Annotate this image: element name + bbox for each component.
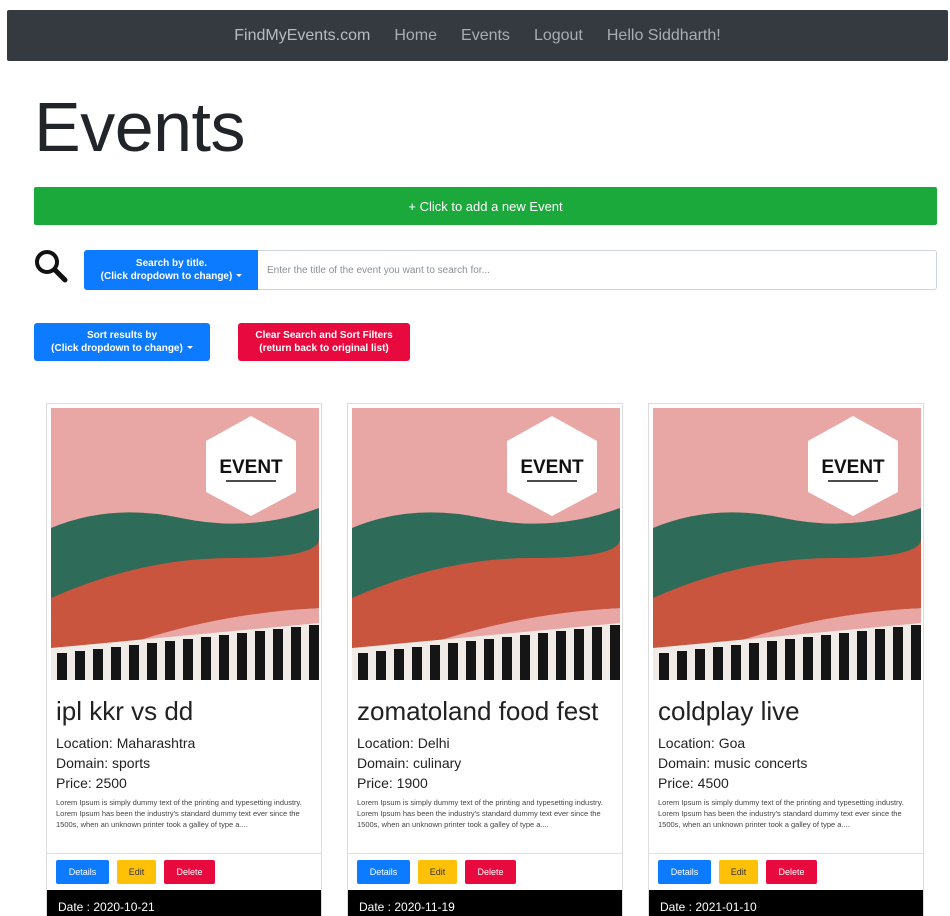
page-title: Events — [34, 88, 246, 166]
event-title: coldplay live — [658, 696, 800, 726]
card-body: zomatoland food fest Location: Delhi Dom… — [348, 682, 622, 845]
event-title: zomatoland food fest — [357, 696, 599, 726]
search-type-dropdown[interactable]: Search by title. (Click dropdown to chan… — [84, 250, 259, 290]
card-body: ipl kkr vs dd Location: Maharashtra Doma… — [47, 682, 321, 845]
nav-brand[interactable]: FindMyEvents.com — [222, 27, 382, 45]
search-dropdown-line2-wrap: (Click dropdown to change) — [101, 270, 243, 283]
poster-event-text: EVENT — [219, 457, 283, 478]
clear-line2: (return back to original list) — [259, 343, 389, 354]
event-date: Date : 2020-10-21 — [47, 890, 321, 916]
event-description: Lorem Ipsum is simply dummy text of the … — [658, 798, 904, 829]
nav-events-link[interactable]: Events — [449, 27, 522, 45]
search-icon — [35, 250, 68, 283]
poster-event-text: EVENT — [520, 457, 584, 478]
delete-button[interactable]: Delete — [465, 859, 516, 884]
search-input[interactable] — [258, 250, 937, 290]
nav-greeting: Hello Siddharth! — [606, 26, 721, 44]
event-card: EVENT coldplay live Location: Goa Domain… — [648, 403, 924, 916]
top-navbar: FindMyEvents.com Home Events Logout Hell… — [7, 10, 948, 61]
event-price: Price: 1900 — [357, 775, 428, 791]
delete-button[interactable]: Delete — [164, 859, 215, 884]
sort-line1: Sort results by — [86, 330, 158, 341]
add-event-button[interactable]: + Click to add a new Event — [34, 187, 937, 225]
chevron-down-icon — [186, 346, 193, 349]
sort-line2-wrap: (Click dropdown to change) — [51, 342, 193, 355]
event-poster-image: EVENT — [653, 408, 921, 680]
sort-line2: (Click dropdown to change) — [51, 343, 183, 354]
nav-logout-link[interactable]: Logout — [522, 27, 595, 45]
event-price: Price: 2500 — [56, 775, 127, 791]
event-card: EVENT ipl kkr vs dd Location: Maharashtr… — [46, 403, 322, 916]
edit-button[interactable]: Edit — [117, 859, 156, 884]
event-date: Date : 2020-11-19 — [348, 890, 622, 916]
event-location: Location: Maharashtra — [56, 735, 196, 751]
search-dropdown-line1: Search by title. — [135, 258, 208, 269]
delete-button[interactable]: Delete — [766, 859, 817, 884]
event-price: Price: 4500 — [658, 775, 729, 791]
event-date: Date : 2021-01-10 — [649, 890, 923, 916]
event-domain: Domain: culinary — [357, 755, 462, 771]
card-actions: Details Edit Delete — [649, 853, 923, 889]
details-button[interactable]: Details — [658, 859, 711, 884]
event-location: Location: Delhi — [357, 735, 450, 751]
event-title: ipl kkr vs dd — [56, 696, 194, 726]
details-button[interactable]: Details — [56, 859, 109, 884]
details-button[interactable]: Details — [357, 859, 410, 884]
event-description: Lorem Ipsum is simply dummy text of the … — [56, 798, 302, 829]
event-location: Location: Goa — [658, 735, 746, 751]
event-domain: Domain: sports — [56, 755, 151, 771]
sort-dropdown-button[interactable]: Sort results by (Click dropdown to chang… — [34, 323, 210, 361]
search-dropdown-line2: (Click dropdown to change) — [100, 271, 233, 282]
chevron-down-icon — [236, 274, 243, 277]
card-actions: Details Edit Delete — [47, 853, 321, 889]
clear-line1: Clear Search and Sort Filters — [255, 330, 393, 341]
nav-home-link[interactable]: Home — [382, 27, 449, 45]
edit-button[interactable]: Edit — [418, 859, 457, 884]
event-domain: Domain: music concerts — [658, 755, 808, 771]
event-poster-image: EVENT — [352, 408, 620, 680]
edit-button[interactable]: Edit — [719, 859, 758, 884]
event-poster-image: EVENT — [51, 408, 319, 680]
clear-filters-button[interactable]: Clear Search and Sort Filters (return ba… — [238, 323, 410, 361]
event-card: EVENT zomatoland food fest Location: Del… — [347, 403, 623, 916]
card-actions: Details Edit Delete — [348, 853, 622, 889]
card-body: coldplay live Location: Goa Domain: musi… — [649, 682, 923, 845]
poster-event-text: EVENT — [821, 457, 885, 478]
event-description: Lorem Ipsum is simply dummy text of the … — [357, 798, 603, 829]
